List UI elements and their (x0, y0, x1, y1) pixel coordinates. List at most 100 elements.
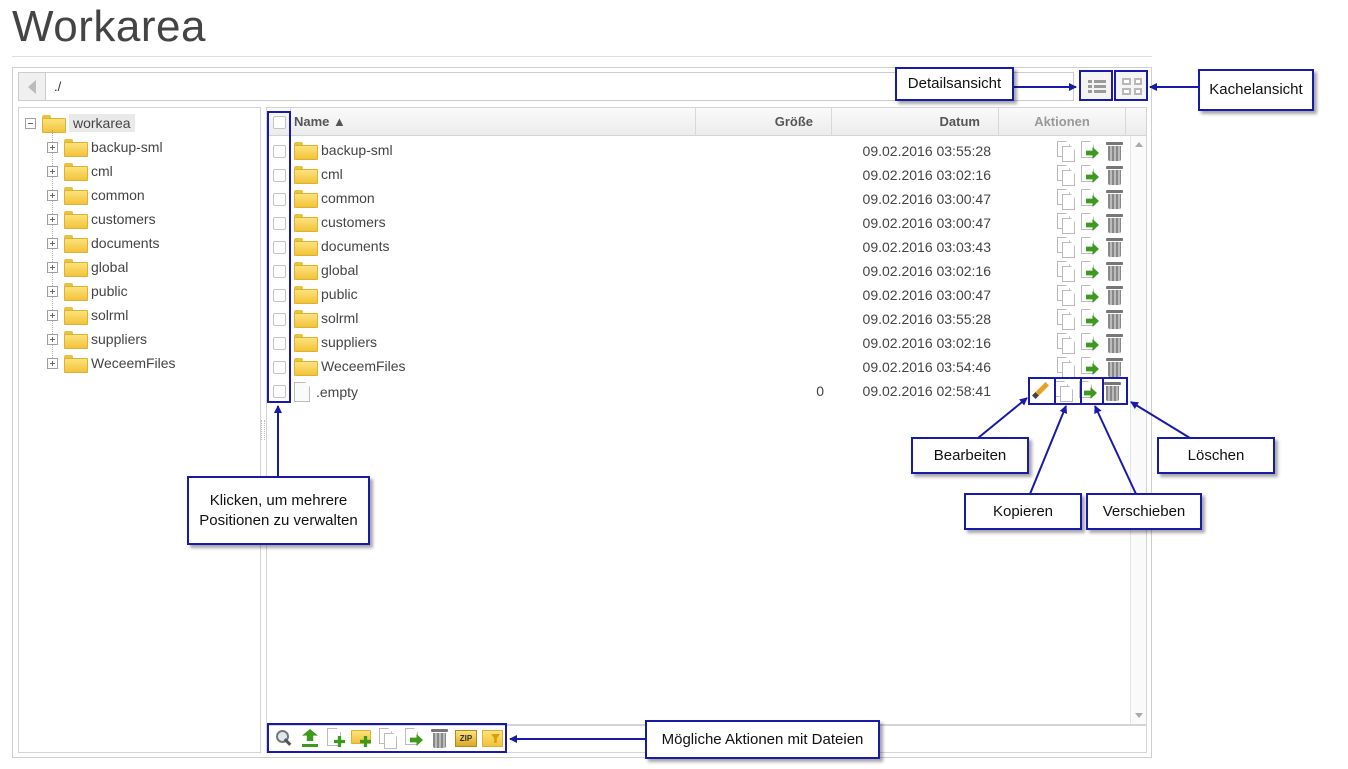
table-row[interactable]: solrml 09.02.2016 03:55:28 (267, 307, 1129, 331)
table-row[interactable]: documents 09.02.2016 03:03:43 (267, 235, 1129, 259)
collapse-icon[interactable] (25, 117, 36, 129)
vertical-scrollbar[interactable] (1130, 136, 1146, 724)
column-date-header[interactable]: Datum (832, 108, 999, 136)
row-date: 09.02.2016 03:03:43 (862, 239, 991, 255)
copy-icon (1057, 285, 1075, 305)
copy-button[interactable] (1055, 236, 1077, 258)
tree-item[interactable]: solrml (47, 305, 128, 325)
scroll-down-icon[interactable] (1135, 713, 1143, 718)
tiles-view-button[interactable] (1114, 70, 1148, 101)
move-button[interactable] (1079, 356, 1101, 378)
expand-icon[interactable] (47, 333, 58, 345)
move-button[interactable] (1079, 236, 1101, 258)
delete-button[interactable] (1103, 140, 1125, 162)
tree-item[interactable]: suppliers (47, 329, 147, 349)
row-name-cell[interactable]: .empty (294, 382, 358, 402)
move-button[interactable] (1079, 212, 1101, 234)
new-file-icon[interactable] (325, 727, 347, 749)
delete-button[interactable] (1103, 308, 1125, 330)
tree-item[interactable]: global (47, 257, 128, 277)
table-row[interactable]: cml 09.02.2016 03:02:16 (267, 163, 1129, 187)
trash-icon[interactable] (429, 727, 451, 749)
row-name-cell[interactable]: common (294, 190, 375, 208)
back-button[interactable] (19, 73, 46, 100)
row-name-cell[interactable]: cml (294, 166, 343, 184)
tree-item[interactable]: common (47, 185, 145, 205)
tree-item[interactable]: public (47, 281, 128, 301)
unzip-icon[interactable] (481, 727, 503, 749)
move-button[interactable] (1079, 308, 1101, 330)
table-row[interactable]: common 09.02.2016 03:00:47 (267, 187, 1129, 211)
column-name-header[interactable]: Name ▲ (291, 108, 696, 136)
column-size-header[interactable]: Größe (696, 108, 832, 136)
copy-button[interactable] (1055, 284, 1077, 306)
copy-button[interactable] (1055, 188, 1077, 210)
expand-icon[interactable] (47, 357, 58, 369)
expand-icon[interactable] (47, 165, 58, 177)
row-name-cell[interactable]: solrml (294, 310, 358, 328)
trash-icon (1105, 189, 1123, 209)
delete-button[interactable] (1103, 356, 1125, 378)
copy-button[interactable] (1055, 308, 1077, 330)
delete-button[interactable] (1103, 188, 1125, 210)
tree-item[interactable]: cml (47, 161, 113, 181)
folder-icon (64, 139, 88, 157)
expand-icon[interactable] (47, 309, 58, 321)
tree-item[interactable]: documents (47, 233, 159, 253)
scroll-up-icon[interactable] (1135, 142, 1143, 147)
copy-button[interactable] (1055, 140, 1077, 162)
expand-icon[interactable] (47, 237, 58, 249)
table-row[interactable]: customers 09.02.2016 03:00:47 (267, 211, 1129, 235)
delete-button[interactable] (1103, 236, 1125, 258)
expand-icon[interactable] (47, 213, 58, 225)
delete-button[interactable] (1103, 212, 1125, 234)
move-button[interactable] (1079, 260, 1101, 282)
table-row[interactable]: backup-sml 09.02.2016 03:55:28 (267, 139, 1129, 163)
tree-item[interactable]: customers (47, 209, 156, 229)
tree-root[interactable]: workarea (25, 113, 135, 133)
copy-button[interactable] (1055, 332, 1077, 354)
expand-icon[interactable] (47, 285, 58, 297)
search-icon[interactable] (273, 727, 295, 749)
table-row[interactable]: global 09.02.2016 03:02:16 (267, 259, 1129, 283)
delete-button[interactable] (1103, 260, 1125, 282)
new-folder-icon[interactable] (351, 727, 373, 749)
table-row[interactable]: public 09.02.2016 03:00:47 (267, 283, 1129, 307)
row-name-cell[interactable]: suppliers (294, 334, 377, 352)
row-name-cell[interactable]: documents (294, 238, 389, 256)
table-row[interactable]: suppliers 09.02.2016 03:02:16 (267, 331, 1129, 355)
copy-button[interactable] (1055, 260, 1077, 282)
row-name-cell[interactable]: global (294, 262, 358, 280)
delete-button[interactable] (1103, 332, 1125, 354)
tree-item[interactable]: backup-sml (47, 137, 163, 157)
copy-icon[interactable] (377, 727, 399, 749)
move-button[interactable] (1079, 140, 1101, 162)
folder-icon (64, 211, 88, 229)
path-input[interactable]: ./ (54, 79, 61, 94)
tree-item[interactable]: WeceemFiles (47, 353, 176, 373)
delete-button[interactable] (1103, 284, 1125, 306)
copy-button[interactable] (1055, 212, 1077, 234)
callout-move: Verschieben (1086, 493, 1202, 530)
move-button[interactable] (1079, 188, 1101, 210)
details-view-button[interactable] (1079, 70, 1113, 101)
move-icon[interactable] (403, 727, 425, 749)
row-name-cell[interactable]: customers (294, 214, 386, 232)
zip-icon[interactable] (455, 727, 477, 749)
copy-button[interactable] (1055, 356, 1077, 378)
copy-button[interactable] (1055, 164, 1077, 186)
move-button[interactable] (1079, 284, 1101, 306)
row-name-cell[interactable]: public (294, 286, 358, 304)
delete-button[interactable] (1103, 164, 1125, 186)
row-name-cell[interactable]: backup-sml (294, 142, 393, 160)
pane-splitter-handle[interactable] (261, 420, 265, 440)
table-row[interactable]: WeceemFiles 09.02.2016 03:54:46 (267, 355, 1129, 379)
upload-icon[interactable] (299, 727, 321, 749)
row-name-cell[interactable]: WeceemFiles (294, 358, 406, 376)
expand-icon[interactable] (47, 141, 58, 153)
expand-icon[interactable] (47, 189, 58, 201)
move-button[interactable] (1079, 164, 1101, 186)
move-button[interactable] (1079, 332, 1101, 354)
expand-icon[interactable] (47, 261, 58, 273)
table-row[interactable]: .empty 0 09.02.2016 02:58:41 (267, 379, 1129, 403)
